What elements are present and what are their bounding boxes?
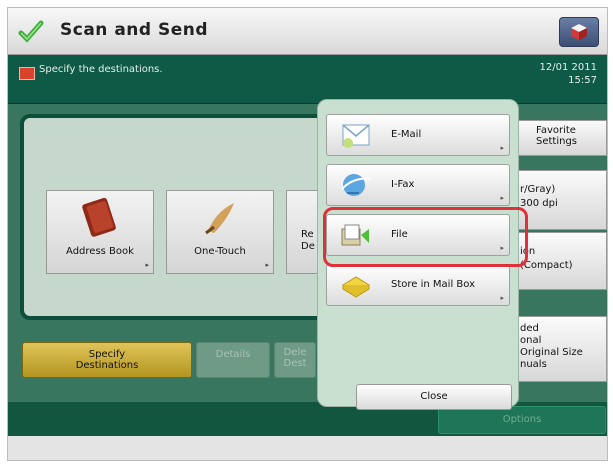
scan-send-icon [18,20,44,43]
counter-check-button[interactable] [559,17,599,47]
original-settings-button[interactable]: ded onal Original Size nuals [513,316,607,382]
tab-details[interactable]: Details [196,342,270,378]
corner-arrow-icon: ▸ [500,194,504,202]
date: 12/01 2011 [539,62,597,73]
address-book-button[interactable]: Address Book ▸ [46,190,154,274]
menu-item-ifax-label: I-Fax [391,179,415,190]
tab-delete-destination[interactable]: Dele Dest [274,342,316,378]
time: 15:57 [568,75,597,86]
one-touch-icon [205,203,234,235]
address-book-icon [82,197,116,237]
app-title: Scan and Send [60,20,209,40]
destination-panel: Address Book ▸ One-Touch ▸ Re De [20,114,348,320]
close-label: Close [420,391,448,402]
tab-delete-destination-label: Dele Dest [283,347,307,369]
menu-item-store-mailbox-label: Store in Mail Box [391,279,475,290]
date-time: 12/01 2011 15:57 [540,61,597,87]
favorite-settings-label: Favorite Settings [536,125,578,147]
counter-check-icon [571,24,587,40]
corner-arrow-icon: ▸ [500,144,504,152]
device-screen: Scan and Send Specify the destinations. … [7,7,608,461]
menu-item-store-mailbox[interactable]: Store in Mail Box ▸ [326,264,510,306]
corner-arrow-icon: ▸ [265,261,269,269]
bottom-bar: Options [8,402,607,436]
menu-item-email[interactable]: E-Mail ▸ [326,114,510,156]
status-strip [8,436,607,460]
corner-arrow-icon: ▸ [500,294,504,302]
one-touch-label: One-Touch [194,246,246,257]
menu-item-email-label: E-Mail [391,129,422,140]
message-bar: Specify the destinations. 12/01 2011 15:… [8,55,607,104]
one-touch-button[interactable]: One-Touch ▸ [166,190,274,274]
email-icon [342,124,370,148]
color-resolution-label: r/Gray) 300 dpi [520,184,558,209]
file-highlight-outline [323,207,528,267]
ifax-icon [341,174,372,196]
original-settings-label: ded onal Original Size nuals [520,323,583,370]
message-text: Specify the destinations. [39,64,163,75]
close-button[interactable]: Close [356,384,512,410]
mailbox-icon [342,276,370,298]
tab-details-label: Details [215,349,251,360]
tab-specify-destinations-label: Specify Destinations [75,349,139,371]
address-book-label: Address Book [66,246,134,257]
menu-item-ifax[interactable]: I-Fax ▸ [326,164,510,206]
tab-specify-destinations[interactable]: Specify Destinations [22,342,192,378]
corner-arrow-icon: ▸ [145,261,149,269]
title-bar: Scan and Send [8,8,607,55]
favorite-settings-button[interactable]: Favorite Settings [513,120,607,156]
options-button[interactable]: Options [438,406,606,434]
message-icon [19,67,35,80]
